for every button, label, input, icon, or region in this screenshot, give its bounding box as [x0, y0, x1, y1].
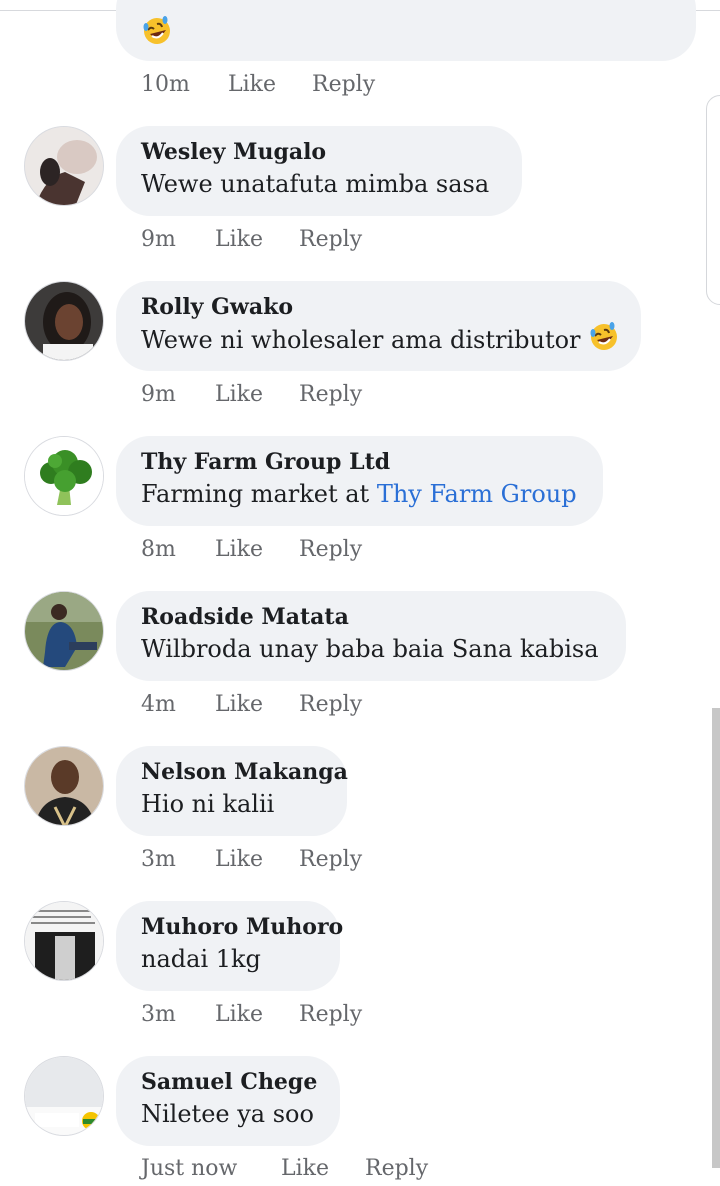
like-button[interactable]: Like: [215, 847, 263, 872]
like-button[interactable]: Like: [215, 1002, 263, 1027]
floating-panel-edge: [706, 95, 720, 305]
comment-bubble-previous: [116, 0, 696, 61]
page-mention-link[interactable]: Thy Farm Group: [377, 480, 577, 508]
reply-button[interactable]: Reply: [299, 1002, 362, 1027]
comment-time: 8m: [141, 537, 176, 562]
comment-bubble: Samuel Chege Niletee ya soo: [116, 1056, 340, 1146]
comment-text: Wewe ni wholesaler ama distributor: [141, 326, 581, 354]
comment-text: nadai 1kg: [141, 945, 261, 973]
like-button[interactable]: Like: [215, 382, 263, 407]
comment-time: 3m: [141, 847, 176, 872]
rofl-emoji-icon: [588, 321, 620, 353]
reply-button[interactable]: Reply: [299, 692, 362, 717]
like-button[interactable]: Like: [281, 1156, 329, 1181]
avatar[interactable]: [24, 436, 104, 516]
comment-time: 10m: [141, 72, 190, 97]
commenter-name[interactable]: Rolly Gwako: [141, 293, 615, 321]
like-button[interactable]: Like: [215, 537, 263, 562]
like-button[interactable]: Like: [215, 227, 263, 252]
avatar[interactable]: [24, 281, 104, 361]
commenter-name[interactable]: Samuel Chege: [141, 1068, 317, 1096]
comment-time: 4m: [141, 692, 176, 717]
comment-bubble: Thy Farm Group Ltd Farming market at Thy…: [116, 436, 603, 526]
comment-text: Wilbroda unay baba baia Sana kabisa: [141, 635, 599, 663]
comment-bubble: Muhoro Muhoro nadai 1kg: [116, 901, 343, 991]
commenter-name[interactable]: Wesley Mugalo: [141, 138, 496, 166]
avatar-photo: [25, 747, 103, 825]
like-button[interactable]: Like: [228, 72, 276, 97]
reply-button[interactable]: Reply: [365, 1156, 428, 1181]
broccoli-icon: [25, 437, 103, 515]
reply-button[interactable]: Reply: [299, 537, 362, 562]
rofl-emoji-icon: [141, 15, 173, 47]
avatar[interactable]: [24, 901, 104, 981]
comment-bubble: Wesley Mugalo Wewe unatafuta mimba sasa: [116, 126, 522, 216]
commenter-name[interactable]: Roadside Matata: [141, 603, 600, 631]
comment-time: 9m: [141, 227, 176, 252]
reply-button[interactable]: Reply: [312, 72, 375, 97]
comment-time: 9m: [141, 382, 176, 407]
scrollbar[interactable]: [712, 708, 720, 1168]
commenter-name[interactable]: Nelson Makanga: [141, 758, 348, 786]
avatar-photo: [25, 127, 103, 205]
commenter-name[interactable]: Thy Farm Group Ltd: [141, 448, 577, 476]
avatar[interactable]: [24, 591, 104, 671]
avatar[interactable]: [24, 1056, 104, 1136]
comment-text: Farming market at: [141, 480, 377, 508]
commenter-name[interactable]: Muhoro Muhoro: [141, 913, 343, 941]
comment-time: Just now: [141, 1156, 238, 1181]
reply-button[interactable]: Reply: [299, 847, 362, 872]
avatar[interactable]: [24, 126, 104, 206]
reply-button[interactable]: Reply: [299, 382, 362, 407]
comment-bubble: Rolly Gwako Wewe ni wholesaler ama distr…: [116, 281, 641, 371]
avatar-photo: [25, 592, 103, 670]
comment-text: Hio ni kalii: [141, 790, 275, 818]
like-button[interactable]: Like: [215, 692, 263, 717]
comment-bubble: Roadside Matata Wilbroda unay baba baia …: [116, 591, 626, 681]
avatar-photo: [25, 282, 103, 360]
avatar-photo: [25, 902, 103, 980]
reply-button[interactable]: Reply: [299, 227, 362, 252]
comment-time: 3m: [141, 1002, 176, 1027]
comment-text: Niletee ya soo: [141, 1100, 314, 1128]
comment-bubble: Nelson Makanga Hio ni kalii: [116, 746, 348, 836]
uda-logo-avatar: [25, 1057, 103, 1135]
comment-text: Wewe unatafuta mimba sasa: [141, 170, 490, 198]
avatar[interactable]: [24, 746, 104, 826]
